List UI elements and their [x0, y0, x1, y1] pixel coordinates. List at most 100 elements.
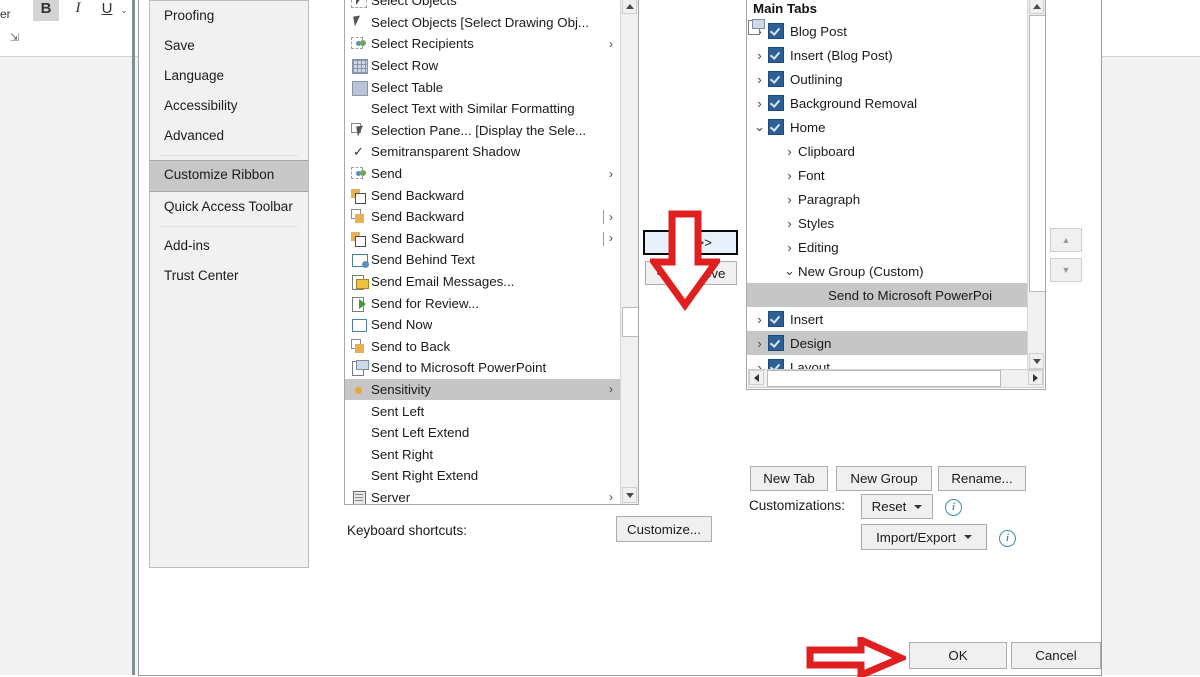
- ribbon-tree-item[interactable]: › Styles: [747, 211, 1027, 235]
- chevron-down-icon[interactable]: ⌄: [781, 263, 798, 279]
- command-list-item[interactable]: Sent Left Extend: [345, 422, 620, 444]
- command-list-item[interactable]: Sent Right Extend: [345, 465, 620, 487]
- ribbon-tree-item[interactable]: ›Blog Post: [747, 19, 1027, 43]
- nav-item-proofing[interactable]: Proofing: [150, 1, 308, 31]
- tab-checkbox[interactable]: [768, 311, 784, 327]
- chevron-right-icon[interactable]: ›: [751, 360, 768, 370]
- ribbon-tree-item[interactable]: › Paragraph: [747, 187, 1027, 211]
- nav-item-language[interactable]: Language: [150, 61, 308, 91]
- italic-button[interactable]: I: [66, 0, 90, 21]
- tab-checkbox[interactable]: [768, 95, 784, 111]
- command-list-item[interactable]: Select Table: [345, 76, 620, 98]
- info-icon[interactable]: i: [945, 499, 962, 516]
- ribbon-tree-item[interactable]: › Font: [747, 163, 1027, 187]
- ribbon-tree-item[interactable]: › Insert (Blog Post): [747, 43, 1027, 67]
- remove-button[interactable]: << Remove: [645, 261, 737, 285]
- scroll-up-button[interactable]: [622, 0, 637, 14]
- command-list-item[interactable]: Select Row: [345, 55, 620, 77]
- command-list-item[interactable]: Send Backward ›: [345, 228, 620, 250]
- nav-item-advanced[interactable]: Advanced: [150, 121, 308, 151]
- nav-item-customize-ribbon[interactable]: Customize Ribbon: [150, 160, 308, 192]
- import-export-button[interactable]: Import/Export: [861, 524, 987, 550]
- command-list-item[interactable]: Send Email Messages...: [345, 271, 620, 293]
- tab-checkbox[interactable]: [768, 23, 784, 39]
- tab-checkbox[interactable]: [768, 119, 784, 135]
- chevron-right-icon[interactable]: ›: [751, 72, 768, 87]
- chevron-right-icon[interactable]: ›: [781, 168, 798, 183]
- ribbon-tree-item[interactable]: › Background Removal: [747, 91, 1027, 115]
- underline-button[interactable]: U: [95, 0, 119, 21]
- new-group-button[interactable]: New Group: [836, 466, 932, 491]
- ribbon-tree-scrollbar[interactable]: [1027, 0, 1045, 370]
- nav-item-trust-center[interactable]: Trust Center: [150, 261, 308, 291]
- chevron-right-icon[interactable]: ›: [609, 210, 613, 224]
- command-list-item[interactable]: Sensitivity ›: [345, 378, 620, 401]
- command-list-item[interactable]: Send for Review...: [345, 292, 620, 314]
- chevron-right-icon[interactable]: ›: [751, 96, 768, 111]
- tab-checkbox[interactable]: [768, 47, 784, 63]
- chevron-right-icon[interactable]: ›: [751, 312, 768, 327]
- scroll-down-button[interactable]: [622, 487, 637, 503]
- move-up-button[interactable]: ▲: [1050, 228, 1082, 252]
- scroll-up-button[interactable]: [1029, 0, 1044, 14]
- command-list-item[interactable]: Server ›: [345, 487, 620, 504]
- tab-checkbox[interactable]: [768, 359, 784, 369]
- ribbon-tree-hscrollbar[interactable]: [748, 369, 1044, 388]
- chevron-right-icon[interactable]: ›: [609, 167, 613, 181]
- command-list-item[interactable]: Send Behind Text: [345, 249, 620, 271]
- dialog-launcher-icon[interactable]: ⇲: [10, 32, 22, 44]
- command-list-item[interactable]: Send ›: [345, 163, 620, 185]
- scroll-down-button[interactable]: [1029, 353, 1044, 369]
- cancel-button[interactable]: Cancel: [1011, 642, 1101, 669]
- scrollbar-thumb[interactable]: [622, 307, 638, 337]
- commands-list[interactable]: Select Objects Select Objects [Select Dra…: [345, 0, 620, 504]
- chevron-right-icon[interactable]: ›: [609, 37, 613, 51]
- ribbon-tree-item[interactable]: ⌄ New Group (Custom): [747, 259, 1027, 283]
- chevron-down-icon[interactable]: ⌄: [117, 0, 131, 20]
- nav-item-quick-access-toolbar[interactable]: Quick Access Toolbar: [150, 192, 308, 222]
- command-list-item[interactable]: Select Text with Similar Formatting: [345, 98, 620, 120]
- command-list-item[interactable]: Select Objects: [345, 0, 620, 12]
- ribbon-tree[interactable]: ›Blog Post›Insert (Blog Post)›Outlining›…: [747, 19, 1027, 369]
- new-tab-button[interactable]: New Tab: [750, 466, 828, 491]
- info-icon[interactable]: i: [999, 530, 1016, 547]
- hscrollbar-thumb[interactable]: [767, 370, 1001, 387]
- chevron-right-icon[interactable]: ›: [781, 192, 798, 207]
- command-list-item[interactable]: Send Backward: [345, 184, 620, 206]
- command-list-item[interactable]: Sent Right: [345, 443, 620, 465]
- chevron-right-icon[interactable]: ›: [781, 144, 798, 159]
- add-button[interactable]: Add >>: [643, 230, 738, 255]
- rename-button[interactable]: Rename...: [938, 466, 1026, 491]
- scroll-right-button[interactable]: [1028, 370, 1043, 385]
- chevron-right-icon[interactable]: ›: [609, 231, 613, 245]
- command-list-item[interactable]: Send Backward ›: [345, 206, 620, 228]
- tab-checkbox[interactable]: [768, 335, 784, 351]
- ok-button[interactable]: OK: [909, 642, 1007, 669]
- chevron-right-icon[interactable]: ›: [781, 216, 798, 231]
- bold-button[interactable]: B: [33, 0, 59, 21]
- tab-checkbox[interactable]: [768, 71, 784, 87]
- options-nav-list[interactable]: Proofing Save Language Accessibility Advance…: [149, 0, 309, 568]
- ribbon-tree-listbox[interactable]: Main Tabs ›Blog Post›Insert (Blog Post)›…: [746, 0, 1046, 390]
- chevron-right-icon[interactable]: ›: [609, 382, 613, 396]
- reset-button[interactable]: Reset: [861, 494, 933, 519]
- command-list-item[interactable]: Select Objects [Select Drawing Obj...: [345, 12, 620, 34]
- commands-listbox[interactable]: Select Objects Select Objects [Select Dra…: [344, 0, 639, 505]
- chevron-right-icon[interactable]: ›: [751, 48, 768, 63]
- ribbon-tree-item[interactable]: › Layout: [747, 355, 1027, 369]
- command-list-item[interactable]: ✓ Semitransparent Shadow: [345, 141, 620, 163]
- commands-scrollbar[interactable]: [620, 0, 638, 504]
- ribbon-tree-item[interactable]: › Clipboard: [747, 139, 1027, 163]
- ribbon-tree-item[interactable]: › Insert: [747, 307, 1027, 331]
- ribbon-tree-item[interactable]: › Design: [747, 331, 1027, 355]
- chevron-right-icon[interactable]: ›: [781, 240, 798, 255]
- chevron-right-icon[interactable]: ›: [751, 336, 768, 351]
- ribbon-tree-item[interactable]: › Outlining: [747, 67, 1027, 91]
- ribbon-tree-item[interactable]: ⌄ Home: [747, 115, 1027, 139]
- ribbon-tree-item[interactable]: › Editing: [747, 235, 1027, 259]
- nav-item-save[interactable]: Save: [150, 31, 308, 61]
- ribbon-tree-item[interactable]: Send to Microsoft PowerPoi: [747, 19, 1027, 307]
- nav-item-add-ins[interactable]: Add-ins: [150, 231, 308, 261]
- command-list-item[interactable]: Send to Microsoft PowerPoint: [345, 357, 620, 379]
- nav-item-accessibility[interactable]: Accessibility: [150, 91, 308, 121]
